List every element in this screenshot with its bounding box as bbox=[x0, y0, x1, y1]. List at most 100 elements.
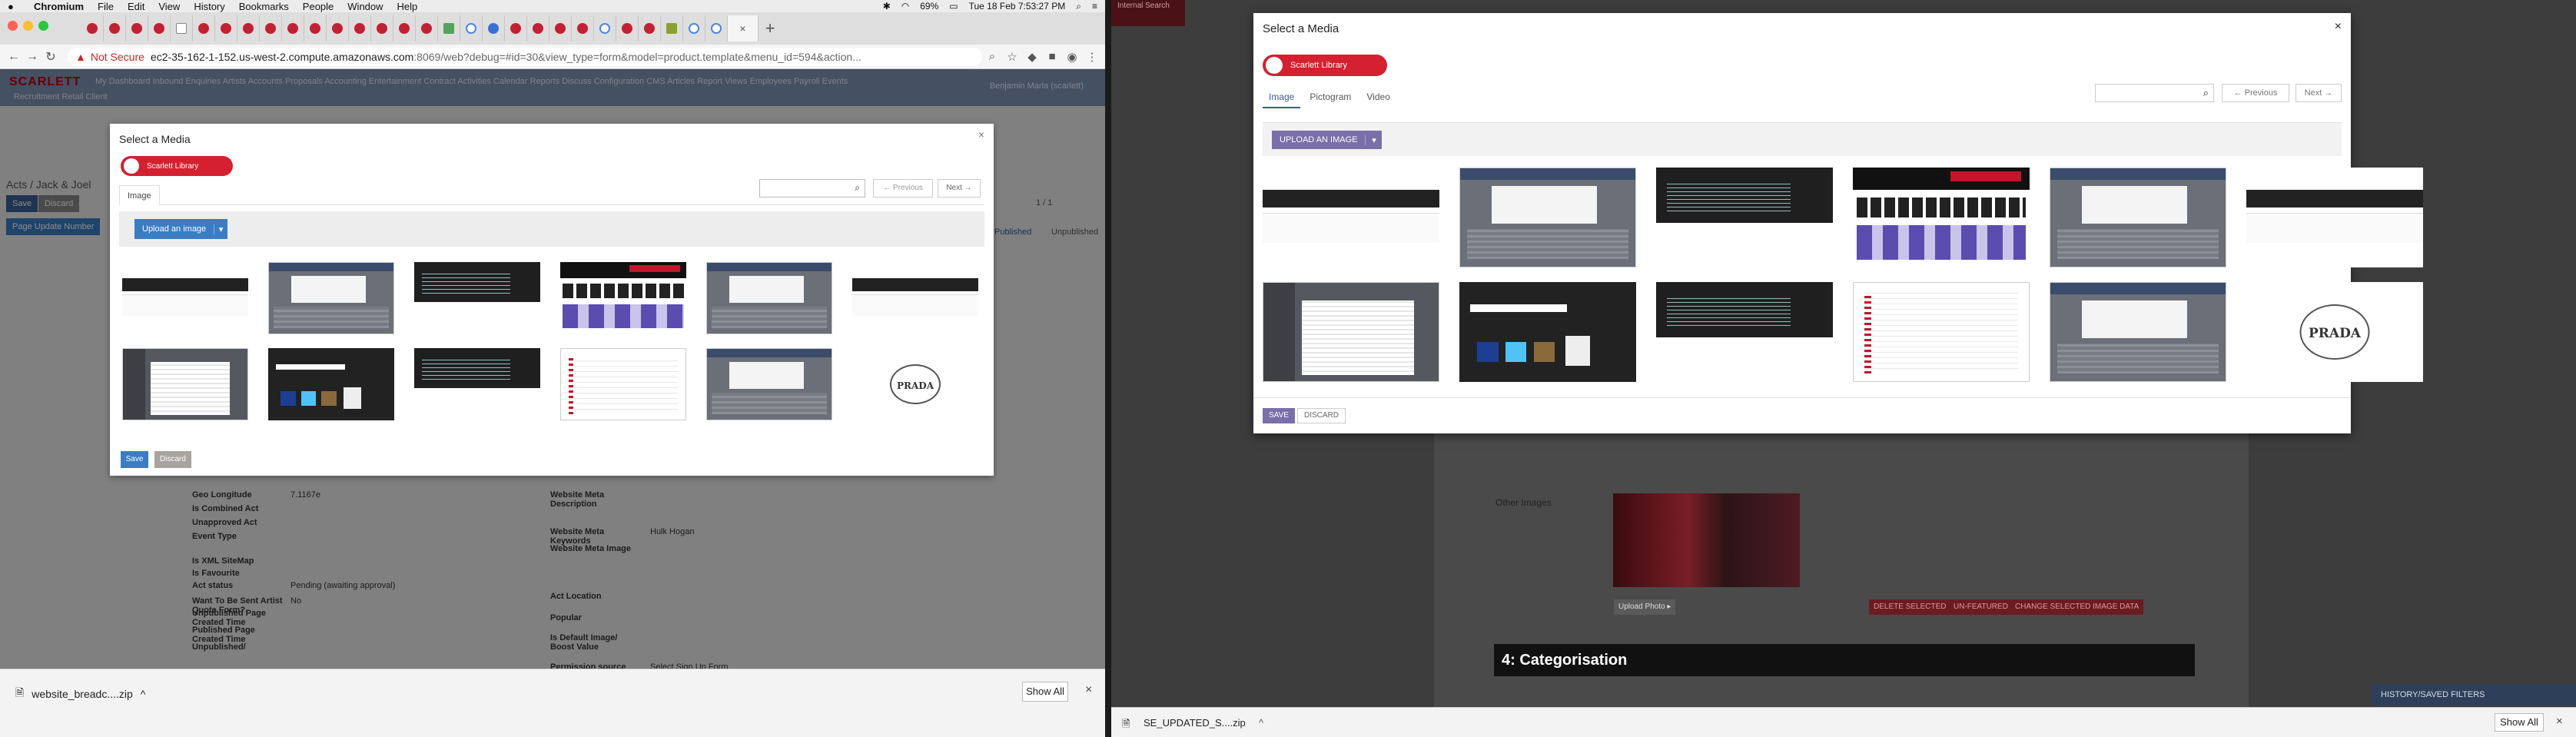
browser-tab[interactable] bbox=[193, 15, 215, 41]
close-icon[interactable]: × bbox=[2335, 20, 2342, 34]
media-thumbnail[interactable] bbox=[2050, 168, 2226, 267]
previous-button[interactable]: ← Previous bbox=[873, 179, 933, 198]
menu-view[interactable]: View bbox=[158, 1, 180, 12]
battery-percent[interactable]: 69% bbox=[920, 1, 938, 12]
media-thumbnail[interactable] bbox=[1263, 168, 1439, 267]
media-thumbnail[interactable] bbox=[268, 262, 394, 334]
browser-tab[interactable] bbox=[639, 15, 661, 41]
menu-list-icon[interactable]: ≡ bbox=[1092, 1, 1097, 12]
menu-history[interactable]: History bbox=[194, 1, 224, 12]
scarlett-library-toggle[interactable]: Scarlett Library bbox=[1263, 55, 1387, 76]
change-selected-image-data-button[interactable]: CHANGE SELECTED IMAGE DATA bbox=[2010, 599, 2144, 615]
new-tab-button[interactable]: + bbox=[759, 18, 782, 38]
menu-file[interactable]: File bbox=[98, 1, 114, 12]
more-menu-icon[interactable]: ⋮ bbox=[1082, 50, 1102, 64]
app-menu[interactable]: Chromium bbox=[34, 1, 84, 12]
media-thumbnail[interactable]: PRADA bbox=[852, 348, 978, 420]
browser-tab[interactable] bbox=[527, 15, 549, 41]
bluetooth-icon[interactable]: ✱ bbox=[883, 1, 891, 12]
browser-tab[interactable] bbox=[594, 15, 616, 41]
search-input[interactable]: ⌕ bbox=[2095, 84, 2214, 102]
extension-icon[interactable]: ◆ bbox=[1022, 50, 1042, 64]
back-icon[interactable]: ← bbox=[5, 50, 23, 64]
discard-button[interactable]: DISCARD bbox=[1297, 408, 1346, 423]
search-icon[interactable]: ⌕ bbox=[2203, 87, 2209, 99]
media-thumbnail[interactable] bbox=[706, 348, 832, 420]
browser-tab[interactable] bbox=[683, 15, 705, 41]
media-thumbnail[interactable] bbox=[414, 262, 540, 334]
media-thumbnail[interactable] bbox=[1656, 282, 1833, 382]
tab-video[interactable]: Video bbox=[1360, 88, 1396, 108]
browser-tab[interactable] bbox=[349, 15, 371, 41]
minimize-window-icon[interactable] bbox=[23, 21, 33, 31]
scarlett-library-toggle[interactable]: Scarlett Library bbox=[121, 156, 233, 176]
media-thumbnail[interactable] bbox=[2246, 168, 2423, 267]
search-input[interactable]: ⌕ bbox=[759, 179, 865, 198]
upload-image-button[interactable]: Upload an image ▾ bbox=[134, 219, 228, 239]
discard-button[interactable]: Discard bbox=[154, 451, 191, 468]
close-icon[interactable]: × bbox=[1085, 683, 1092, 697]
battery-icon[interactable]: ▭ bbox=[949, 1, 958, 12]
forward-icon[interactable]: → bbox=[23, 50, 41, 64]
chevron-up-icon[interactable]: ^ bbox=[141, 688, 146, 700]
menu-edit[interactable]: Edit bbox=[128, 1, 144, 12]
browser-tab[interactable] bbox=[549, 15, 572, 41]
previous-button[interactable]: ← Previous bbox=[2222, 84, 2289, 102]
browser-tab[interactable] bbox=[237, 15, 260, 41]
save-button[interactable]: SAVE bbox=[1263, 408, 1295, 423]
show-all-button[interactable]: Show All bbox=[2495, 713, 2544, 732]
close-window-icon[interactable] bbox=[8, 21, 18, 31]
browser-tab[interactable] bbox=[148, 15, 171, 41]
media-thumbnail[interactable] bbox=[268, 348, 394, 420]
save-button[interactable]: Save bbox=[121, 451, 148, 468]
active-tab[interactable]: × bbox=[728, 15, 759, 41]
clock[interactable]: Tue 18 Feb 7:53:27 PM bbox=[969, 1, 1066, 12]
browser-tab[interactable] bbox=[438, 15, 460, 41]
internal-search[interactable]: Internal Search bbox=[1111, 0, 1185, 26]
maximize-window-icon[interactable] bbox=[38, 21, 48, 31]
browser-tab[interactable] bbox=[104, 15, 126, 41]
media-thumbnail[interactable] bbox=[122, 348, 248, 420]
menu-help[interactable]: Help bbox=[397, 1, 418, 12]
media-thumbnail[interactable] bbox=[1459, 282, 1636, 382]
profile-icon[interactable]: ◉ bbox=[1062, 50, 1082, 64]
chevron-down-icon[interactable]: ▾ bbox=[214, 224, 227, 234]
media-thumbnail[interactable] bbox=[706, 262, 832, 334]
browser-tab[interactable] bbox=[505, 15, 527, 41]
browser-tab[interactable] bbox=[616, 15, 639, 41]
browser-tab[interactable] bbox=[393, 15, 416, 41]
tab-image[interactable]: Image bbox=[119, 185, 160, 205]
address-bar[interactable]: ▲ Not Secure ec2-35-162-1-152.us-west-2.… bbox=[68, 47, 982, 66]
browser-tab[interactable] bbox=[572, 15, 594, 41]
menu-people[interactable]: People bbox=[303, 1, 334, 12]
download-item[interactable]: 🗎 website_breadc....zip ^ bbox=[15, 685, 145, 703]
browser-tab[interactable] bbox=[215, 15, 237, 41]
close-icon[interactable]: × bbox=[2556, 715, 2563, 728]
reload-icon[interactable]: ↻ bbox=[41, 49, 60, 65]
menu-window[interactable]: Window bbox=[347, 1, 383, 12]
media-thumbnail[interactable] bbox=[2050, 282, 2226, 382]
search-icon[interactable]: ⌕ bbox=[1076, 1, 1081, 12]
media-thumbnail[interactable] bbox=[1656, 168, 1833, 267]
media-thumbnail[interactable] bbox=[560, 348, 686, 420]
browser-tab[interactable] bbox=[260, 15, 282, 41]
zoom-icon[interactable]: ⌕ bbox=[982, 50, 1002, 63]
menu-bookmarks[interactable]: Bookmarks bbox=[239, 1, 289, 12]
extension-icon-2[interactable]: ■ bbox=[1042, 50, 1062, 63]
tab-image[interactable]: Image bbox=[1263, 88, 1301, 108]
media-thumbnail[interactable] bbox=[1263, 282, 1439, 382]
wifi-icon[interactable]: ◠ bbox=[901, 1, 909, 12]
history-saved-filters[interactable]: HISTORY/SAVED FILTERS bbox=[2372, 684, 2576, 705]
browser-tab[interactable] bbox=[81, 15, 104, 41]
next-button[interactable]: Next → bbox=[938, 179, 981, 198]
browser-tab[interactable] bbox=[483, 15, 505, 41]
media-thumbnail[interactable] bbox=[414, 348, 540, 420]
browser-tab[interactable] bbox=[171, 15, 193, 41]
browser-tab[interactable] bbox=[304, 15, 327, 41]
media-thumbnail[interactable] bbox=[122, 262, 248, 334]
media-thumbnail[interactable]: PRADA bbox=[2246, 282, 2423, 382]
close-icon[interactable]: × bbox=[978, 128, 984, 141]
chevron-up-icon[interactable]: ^ bbox=[1259, 717, 1263, 729]
delete-selected-button[interactable]: DELETE SELECTED bbox=[1869, 599, 1951, 615]
browser-tab[interactable] bbox=[371, 15, 393, 41]
